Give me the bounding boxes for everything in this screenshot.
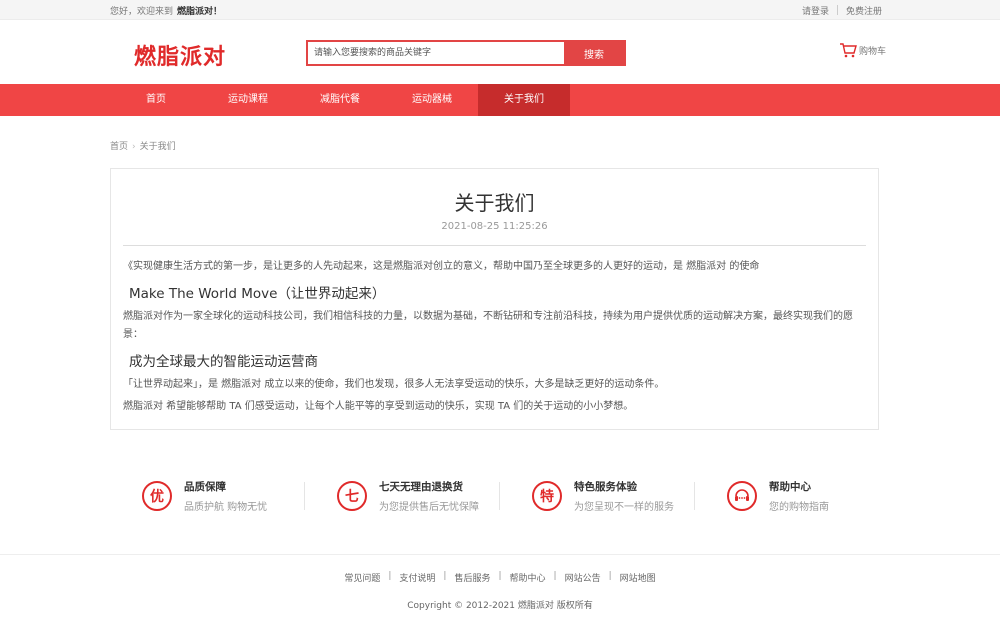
footer-link-payment[interactable]: 支付说明 xyxy=(391,571,443,584)
footer-link-aftersale[interactable]: 售后服务 xyxy=(446,571,498,584)
breadcrumb-home[interactable]: 首页 xyxy=(110,142,128,152)
article-subheading: Make The World Move（让世界动起来） xyxy=(129,286,386,302)
article-paragraph: 燃脂派对 希望能够帮助 TA 们感受运动，让每个人能平等的享受到运动的快乐，实现… xyxy=(123,401,634,412)
divider xyxy=(123,245,866,246)
footer-link-faq[interactable]: 常见问题 xyxy=(336,571,388,584)
footer-links: 常见问题 | 支付说明 | 售后服务 | 帮助中心 | 网站公告 | 网站地图 xyxy=(0,571,1000,584)
feature-title: 特色服务体验 xyxy=(574,481,637,493)
register-link[interactable]: 免费注册 xyxy=(838,4,890,17)
feature-service: 特 特色服务体验 为您呈现不一样的服务 xyxy=(500,476,695,516)
footer: 常见问题 | 支付说明 | 售后服务 | 帮助中心 | 网站公告 | 网站地图 … xyxy=(0,554,1000,621)
feature-returns: 七 七天无理由退换货 为您提供售后无忧保障 xyxy=(305,476,500,516)
breadcrumb-current: 关于我们 xyxy=(139,142,176,152)
copyright: Copyright © 2012-2021 燃脂派对 版权所有 xyxy=(407,601,593,611)
article-paragraph: 「让世界动起来」，是 燃脂派对 成立以来的使命，我们也发现，很多人无法享受运动的… xyxy=(123,379,665,390)
search-button[interactable]: 搜索 xyxy=(564,42,624,64)
seven-day-return-icon: 七 xyxy=(337,481,367,511)
feature-title: 品质保障 xyxy=(184,481,226,493)
article-title: 关于我们 xyxy=(454,191,535,215)
help-center-icon xyxy=(727,481,757,511)
top-bar: 您好，欢迎来到 燃脂派对！ 请登录 免费注册 xyxy=(0,0,1000,20)
footer-link-sitemap[interactable]: 网站地图 xyxy=(612,571,664,584)
article-paragraph: 燃脂派对作为一家全球化的运动科技公司，我们相信科技的力量，以数据为基础，不断钻研… xyxy=(123,311,853,340)
article-box: 关于我们 2021-08-25 11:25:26 《实现健康生活方式的第一步，是… xyxy=(110,168,879,430)
breadcrumb-arrow-icon: › xyxy=(132,142,136,152)
feature-desc: 为您呈现不一样的服务 xyxy=(574,502,674,513)
header: 燃脂派对 搜索 购物车 xyxy=(0,20,1000,84)
quality-icon: 优 xyxy=(142,481,172,511)
search-bar: 搜索 xyxy=(306,40,626,66)
footer-link-help[interactable]: 帮助中心 xyxy=(502,571,554,584)
cart-link[interactable]: 购物车 xyxy=(839,42,886,58)
nav-item-home[interactable]: 首页 xyxy=(110,84,202,116)
welcome-text: 您好，欢迎来到 燃脂派对！ xyxy=(110,4,222,17)
feature-desc: 为您提供售后无忧保障 xyxy=(379,502,479,513)
main-nav: 首页 运动课程 减脂代餐 运动器械 关于我们 xyxy=(0,84,1000,116)
nav-item-meal[interactable]: 减脂代餐 xyxy=(294,84,386,116)
special-service-icon: 特 xyxy=(532,481,562,511)
footer-link-notice[interactable]: 网站公告 xyxy=(557,571,609,584)
article-subheading: 成为全球最大的智能运动运营商 xyxy=(129,354,318,370)
login-link[interactable]: 请登录 xyxy=(794,4,837,17)
feature-help: 帮助中心 您的购物指南 xyxy=(695,476,890,516)
feature-title: 帮助中心 xyxy=(769,481,811,493)
feature-title: 七天无理由退换货 xyxy=(379,481,463,493)
site-logo[interactable]: 燃脂派对 xyxy=(134,39,226,71)
search-input[interactable] xyxy=(308,42,564,64)
cart-label: 购物车 xyxy=(858,46,886,57)
welcome-site-name: 燃脂派对！ xyxy=(177,6,223,17)
nav-item-equipment[interactable]: 运动器械 xyxy=(386,84,478,116)
feature-desc: 品质护航 购物无忧 xyxy=(184,502,268,513)
service-features: 优 品质保障 品质护航 购物无忧 七 七天无理由退换货 为您提供售后无忧保障 特… xyxy=(110,476,890,516)
nav-item-courses[interactable]: 运动课程 xyxy=(202,84,294,116)
article-date: 2021-08-25 11:25:26 xyxy=(441,221,548,232)
article-paragraph: 《实现健康生活方式的第一步，是让更多的人先动起来，这是燃脂派对创立的意义，帮助中… xyxy=(123,261,760,272)
breadcrumb: 首页 › 关于我们 xyxy=(110,116,890,166)
feature-desc: 您的购物指南 xyxy=(769,502,829,513)
feature-quality: 优 品质保障 品质护航 购物无忧 xyxy=(110,476,305,516)
nav-item-about[interactable]: 关于我们 xyxy=(478,84,570,116)
cart-icon xyxy=(839,43,857,58)
welcome-label: 您好，欢迎来到 xyxy=(110,6,174,17)
